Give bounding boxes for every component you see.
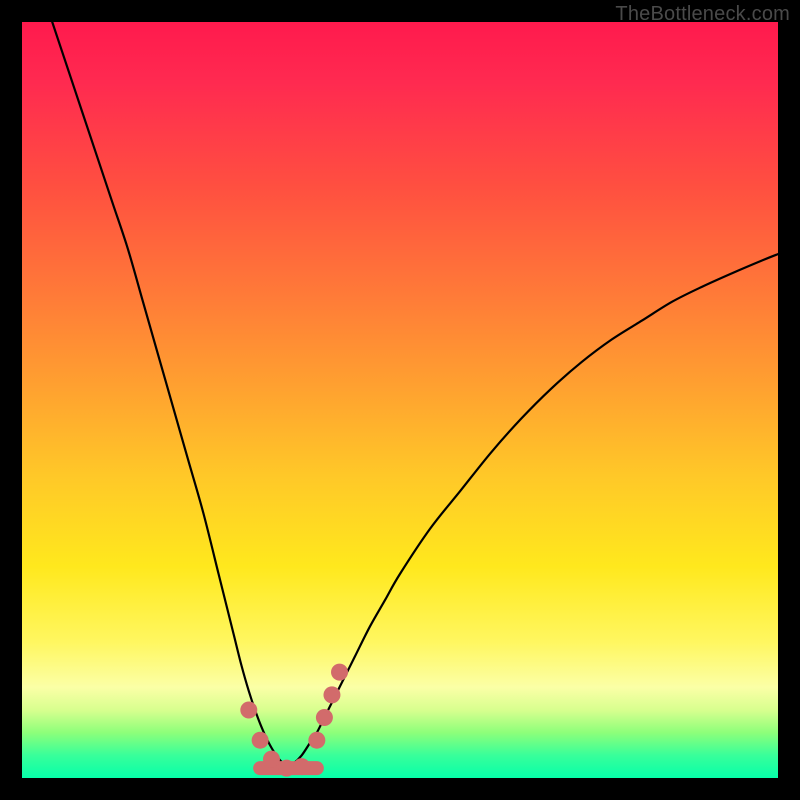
left-curve bbox=[52, 22, 286, 767]
valley-marker-dot bbox=[278, 760, 295, 777]
right-curve bbox=[287, 254, 778, 767]
plot-area bbox=[22, 22, 778, 778]
valley-marker-dot bbox=[263, 751, 280, 768]
valley-marker-dot bbox=[293, 758, 310, 775]
valley-marker-dot bbox=[240, 701, 257, 718]
valley-marker-dot bbox=[252, 732, 269, 749]
valley-marker-dot bbox=[323, 686, 340, 703]
chart-frame: TheBottleneck.com bbox=[0, 0, 800, 800]
curves-layer bbox=[22, 22, 778, 778]
valley-marker-points bbox=[240, 664, 348, 777]
valley-marker-dot bbox=[308, 732, 325, 749]
valley-marker-dot bbox=[316, 709, 333, 726]
valley-marker-dot bbox=[331, 664, 348, 681]
